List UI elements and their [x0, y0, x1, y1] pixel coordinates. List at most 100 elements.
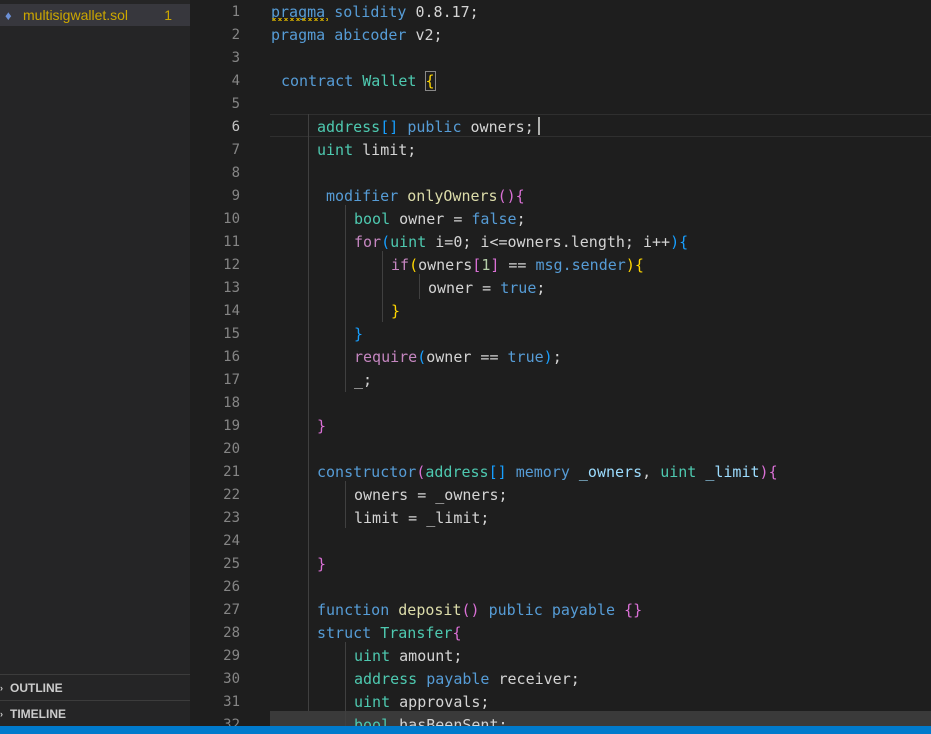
code-token: abicoder — [334, 26, 407, 44]
code-line[interactable]: } — [317, 415, 326, 438]
outline-panel-header[interactable]: › OUTLINE — [0, 674, 190, 701]
code-token: owner = — [390, 210, 472, 228]
code-token: owner == — [426, 348, 508, 366]
code-line[interactable]: address payable receiver; — [354, 668, 580, 691]
code-token: i=0; i<=owners.length; i++ — [426, 233, 671, 251]
line-number: 3 — [231, 50, 240, 66]
code-line[interactable]: owner = true; — [428, 277, 545, 300]
code-line[interactable]: limit = _limit; — [354, 507, 489, 530]
code-line[interactable]: function deposit() public payable {} — [317, 599, 642, 622]
code-line[interactable]: bool owner = false; — [354, 208, 526, 231]
code-line[interactable]: pragma solidity 0.8.17; — [271, 1, 479, 24]
code-line[interactable]: uint amount; — [354, 645, 462, 668]
code-line[interactable]: struct Transfer{ — [317, 622, 462, 645]
code-token: ) — [543, 348, 553, 366]
code-line[interactable]: require(owner == true); — [354, 346, 562, 369]
code-token: ) — [670, 233, 680, 251]
code-token: } — [317, 417, 327, 435]
code-token: { — [424, 71, 436, 91]
code-token: ( — [381, 233, 391, 251]
indent-guide — [419, 274, 420, 299]
code-token: owners — [418, 256, 473, 274]
line-number: 25 — [223, 556, 240, 572]
code-line[interactable]: } — [391, 300, 400, 323]
explorer-sidebar: ♦ multisigwallet.sol 1 › OUTLINE › TIMEL… — [0, 0, 190, 726]
code-line[interactable]: constructor(address[] memory _owners, ui… — [317, 461, 778, 484]
code-token: { — [679, 233, 689, 251]
code-token: 0.8.17; — [406, 3, 479, 21]
code-line[interactable]: } — [317, 553, 326, 576]
code-line[interactable]: if(owners[1] == msg.sender){ — [391, 254, 644, 277]
indent-guide — [382, 251, 383, 322]
line-number: 19 — [223, 418, 240, 434]
problem-count-badge: 1 — [164, 7, 172, 23]
code-token: address — [317, 118, 381, 136]
code-token: ( — [409, 256, 419, 274]
line-number: 15 — [223, 326, 240, 342]
indent-guide — [345, 642, 346, 726]
code-token: _limit — [705, 463, 760, 481]
code-token: } — [354, 325, 364, 343]
outline-label: OUTLINE — [10, 681, 63, 695]
code-token: uint — [390, 233, 427, 251]
line-number: 23 — [223, 510, 240, 526]
code-token: solidity — [334, 3, 407, 21]
code-token: onlyOwners — [407, 187, 498, 205]
code-token: constructor — [317, 463, 417, 481]
code-token: false — [471, 210, 517, 228]
code-line[interactable]: pragma abicoder v2; — [271, 24, 443, 47]
status-bar — [0, 726, 931, 734]
code-line[interactable]: for(uint i=0; i<=owners.length; i++){ — [354, 231, 688, 254]
code-token: uint — [660, 463, 697, 481]
code-token: { — [768, 463, 778, 481]
code-line[interactable]: uint approvals; — [354, 691, 489, 714]
code-token: { — [634, 256, 644, 274]
code-token: ; — [536, 279, 546, 297]
code-token: , — [642, 463, 661, 481]
code-token: receiver; — [489, 670, 580, 688]
chevron-right-icon: › — [0, 683, 3, 693]
code-editor[interactable]: 1 2 3 4 5 6 7 8 9 10 11 12 13 14 15 16 17 18 19 20 21 22 23 24 2… — [190, 0, 931, 726]
code-token: ) — [625, 256, 635, 274]
code-token: uint — [317, 141, 354, 159]
code-token: owners; — [470, 118, 534, 136]
line-number: 9 — [231, 188, 240, 204]
code-token: bool — [354, 716, 391, 726]
line-number: 27 — [223, 602, 240, 618]
file-tab-multisigwallet[interactable]: ♦ multisigwallet.sol 1 — [0, 4, 190, 26]
code-token: hasBeenSent; — [390, 716, 508, 726]
code-token: true — [500, 279, 537, 297]
indent-guide — [308, 114, 309, 711]
code-token: { — [515, 187, 525, 205]
code-token: ) — [759, 463, 769, 481]
code-token: } — [391, 302, 401, 320]
code-line[interactable]: _; — [354, 369, 372, 392]
timeline-panel-header[interactable]: › TIMELINE — [0, 700, 190, 727]
line-number: 16 — [223, 349, 240, 365]
code-line[interactable]: owners = _owners; — [354, 484, 508, 507]
line-number: 22 — [223, 487, 240, 503]
code-line[interactable]: modifier onlyOwners(){ — [326, 185, 525, 208]
code-line[interactable]: contract Wallet { — [281, 70, 436, 93]
code-token: address — [425, 463, 489, 481]
code-token: public — [488, 601, 543, 619]
code-token: { — [452, 624, 462, 642]
code-line[interactable]: address[] public owners; — [317, 116, 534, 139]
line-number: 2 — [231, 27, 240, 43]
code-token: [ — [472, 256, 482, 274]
line-number: 8 — [231, 165, 240, 181]
code-line[interactable]: } — [354, 323, 363, 346]
line-number: 10 — [223, 211, 240, 227]
code-token: } — [317, 555, 327, 573]
code-line[interactable]: uint limit; — [317, 139, 416, 162]
line-number: 6 — [231, 119, 240, 135]
code-token: payable — [551, 601, 616, 619]
code-line[interactable]: bool hasBeenSent; — [354, 714, 508, 726]
